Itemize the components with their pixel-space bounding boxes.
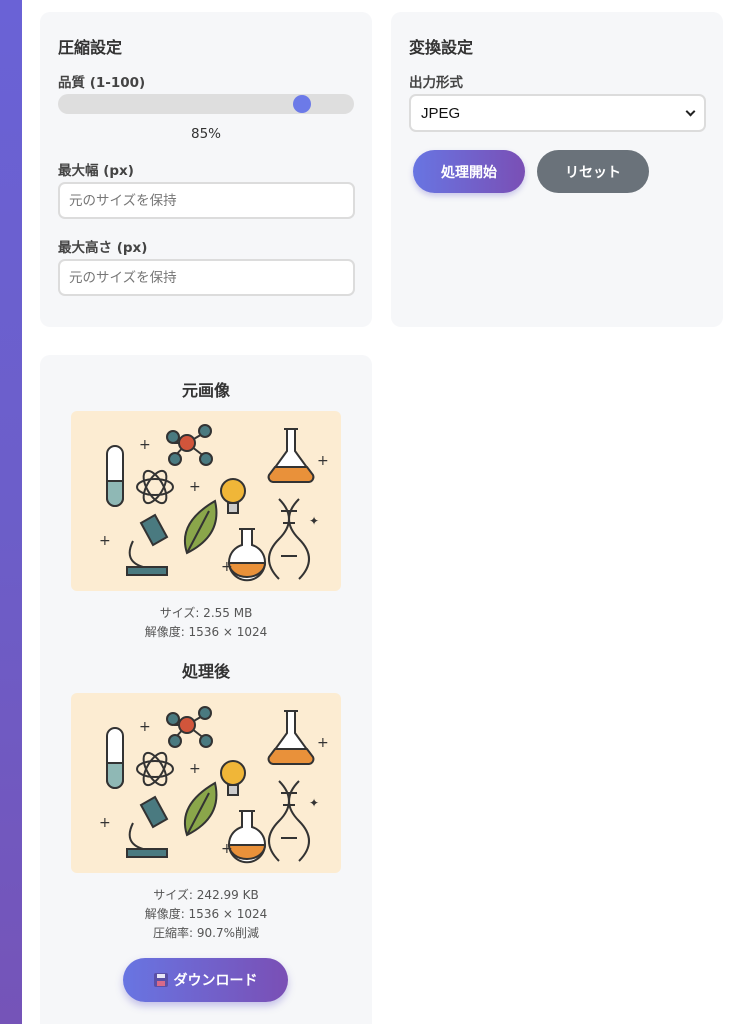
original-image: + + + + + ✦ [71,411,341,591]
svg-text:+: + [139,719,151,735]
output-format-select[interactable]: JPEG [409,94,706,132]
quality-value: 85% [190,126,221,142]
svg-text:+: + [99,533,111,549]
svg-text:+: + [99,815,111,831]
quality-slider[interactable] [58,94,354,114]
download-button[interactable]: ダウンロード [123,958,288,1002]
svg-text:+: + [317,735,329,751]
svg-text:+: + [221,841,233,857]
svg-text:+: + [221,559,233,575]
quality-slider-thumb[interactable] [293,95,312,113]
quality-label: 品質 (1-100) [58,75,146,91]
reset-button[interactable]: リセット [537,150,649,193]
output-format-label: 出力形式 [409,75,463,91]
max-height-input[interactable] [58,259,355,296]
chevron-down-icon [685,106,696,116]
floppy-disk-icon [153,973,168,987]
convert-settings-title: 変換設定 [409,38,474,57]
max-width-label: 最大幅 (px) [58,163,134,179]
processed-image-title: 処理後 [181,662,230,681]
svg-text:✦: ✦ [309,796,319,810]
results-panel: 元画像 + + + + + ✦ サイズ: 2.55 MB 解像度: 1536 ×… [40,355,372,1024]
compression-ratio-text: 圧縮率: 90.7%削減 [153,926,259,940]
original-size-text: サイズ: 2.55 MB [159,606,253,620]
original-image-title: 元画像 [181,381,230,400]
compress-settings-panel: 圧縮設定 品質 (1-100) 85% 最大幅 (px) 最大高さ (px) [40,12,372,327]
svg-text:+: + [189,479,201,495]
max-width-input[interactable] [58,182,355,219]
download-label: ダウンロード [173,973,258,989]
max-height-label: 最大高さ (px) [58,240,148,256]
original-resolution-text: 解像度: 1536 × 1024 [144,625,268,639]
compress-settings-title: 圧縮設定 [58,38,123,57]
svg-text:+: + [139,437,151,453]
left-accent-bar [0,0,22,1024]
output-format-value: JPEG [421,104,461,122]
start-button[interactable]: 処理開始 [413,150,525,193]
svg-text:✦: ✦ [309,514,319,528]
processed-size-text: サイズ: 242.99 KB [153,888,259,902]
processed-resolution-text: 解像度: 1536 × 1024 [144,907,268,921]
processed-image: + + + + + ✦ [71,693,341,873]
svg-text:+: + [189,761,201,777]
convert-settings-panel: 変換設定 出力形式 JPEG 処理開始 リセット [391,12,723,327]
svg-text:+: + [317,453,329,469]
